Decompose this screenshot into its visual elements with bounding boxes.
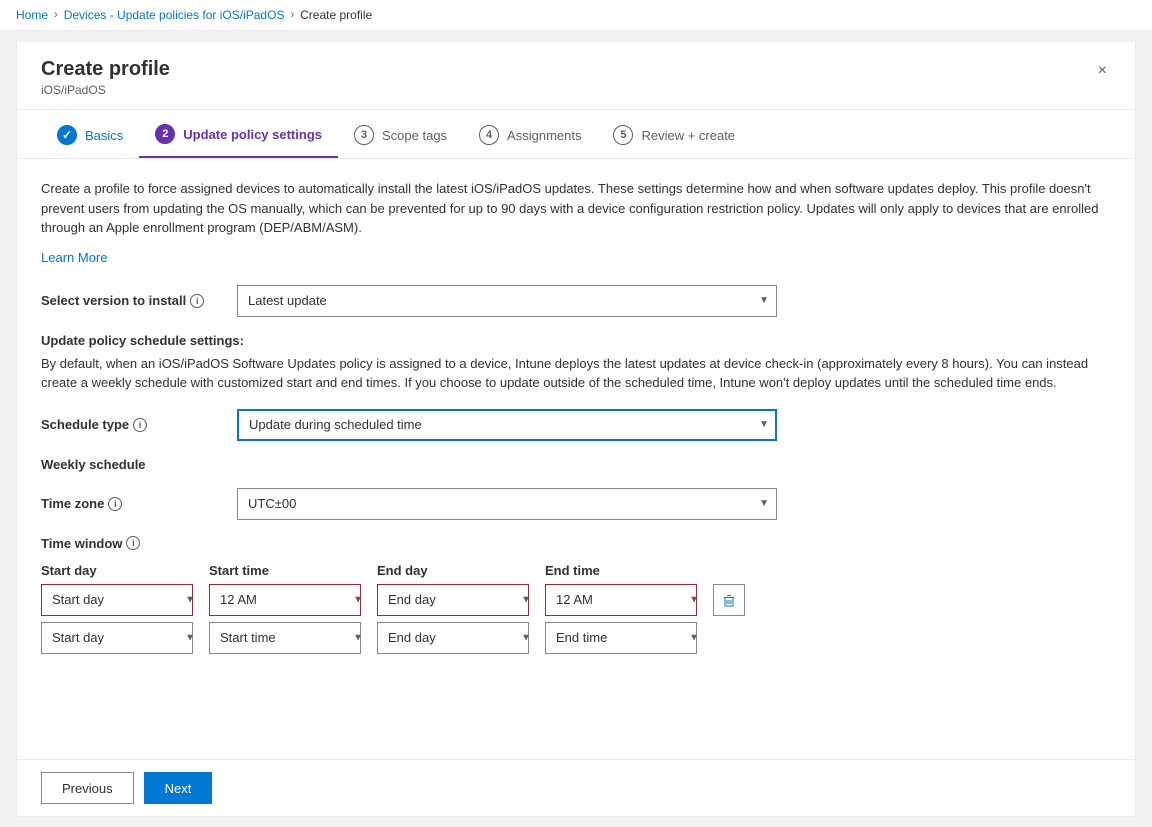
schedule-type-select[interactable]: Update at next check-in Update during sc…	[237, 409, 777, 441]
schedule-heading: Update policy schedule settings:	[41, 333, 1111, 348]
panel-title-group: Create profile iOS/iPadOS	[41, 58, 170, 97]
step-scope-tags[interactable]: 3 Scope tags	[338, 111, 463, 157]
next-button[interactable]: Next	[144, 772, 213, 804]
step-update-policy-label: Update policy settings	[183, 127, 322, 142]
row1-start-time-wrapper: 12 AM 1 AM2 AM3 AM4 AM 5 AM6 AM7 AM8 AM …	[209, 584, 369, 616]
time-window-label: Time window i	[41, 536, 1111, 551]
col-header-action	[713, 563, 749, 578]
row1-end-time-wrapper: 12 AM 1 AM2 AM3 AM4 AM 5 AM6 AM7 AM8 AM …	[545, 584, 705, 616]
breadcrumb-devices[interactable]: Devices - Update policies for iOS/iPadOS	[64, 8, 285, 22]
version-label: Select version to install i	[41, 293, 221, 308]
close-button[interactable]: ×	[1094, 58, 1111, 84]
schedule-type-label: Schedule type i	[41, 417, 221, 432]
row2-start-day-wrapper: Start day SundayMondayTuesday WednesdayT…	[41, 622, 201, 654]
panel-content: Create a profile to force assigned devic…	[17, 159, 1135, 759]
table-row: Start day SundayMondayTuesday WednesdayT…	[41, 584, 1111, 616]
step-review-create-label: Review + create	[641, 128, 735, 143]
delete-icon	[722, 593, 736, 607]
schedule-desc: By default, when an iOS/iPadOS Software …	[41, 354, 1111, 393]
step-update-policy[interactable]: 2 Update policy settings	[139, 110, 338, 158]
row2-end-day-select[interactable]: End day SundayMondayTuesday WednesdayThu…	[377, 622, 529, 654]
row2-start-time-select[interactable]: Start time 12 AM1 AM2 AM	[209, 622, 361, 654]
previous-button[interactable]: Previous	[41, 772, 134, 804]
row1-start-day-select[interactable]: Start day SundayMondayTuesday WednesdayT…	[41, 584, 193, 616]
row1-end-time-select[interactable]: 12 AM 1 AM2 AM3 AM4 AM 5 AM6 AM7 AM8 AM …	[545, 584, 697, 616]
learn-more-link[interactable]: Learn More	[41, 250, 107, 265]
timezone-form-row: Time zone i UTC±00 UTC-05:00 UTC-08:00 U…	[41, 488, 1111, 520]
row2-start-day-select[interactable]: Start day SundayMondayTuesday WednesdayT…	[41, 622, 193, 654]
version-form-row: Select version to install i Latest updat…	[41, 285, 1111, 317]
weekly-schedule-label: Weekly schedule	[41, 457, 1111, 472]
step-review-create-number: 5	[613, 125, 633, 145]
breadcrumb-current: Create profile	[300, 8, 372, 22]
step-scope-tags-label: Scope tags	[382, 128, 447, 143]
schedule-type-info-icon[interactable]: i	[133, 418, 147, 432]
breadcrumb-sep-2: ›	[290, 9, 294, 21]
row1-start-day-wrapper: Start day SundayMondayTuesday WednesdayT…	[41, 584, 201, 616]
time-window-info-icon[interactable]: i	[126, 536, 140, 550]
row1-end-day-select[interactable]: End day SundayMondayTuesday WednesdayThu…	[377, 584, 529, 616]
col-header-start-day: Start day	[41, 563, 201, 578]
col-header-end-day: End day	[377, 563, 537, 578]
breadcrumb-home[interactable]: Home	[16, 8, 48, 22]
row2-end-time-wrapper: End time 12 AM1 AM2 AM ▼	[545, 622, 705, 654]
row2-end-day-wrapper: End day SundayMondayTuesday WednesdayThu…	[377, 622, 537, 654]
time-grid: Start day Start time End day End time St…	[41, 563, 1111, 654]
col-header-end-time: End time	[545, 563, 705, 578]
row1-delete-button[interactable]	[713, 584, 745, 616]
row2-start-time-wrapper: Start time 12 AM1 AM2 AM ▼	[209, 622, 369, 654]
version-select-wrapper: Latest update iOS 17 iOS 16 iOS 15 ▼	[237, 285, 777, 317]
row1-end-day-wrapper: End day SundayMondayTuesday WednesdayThu…	[377, 584, 537, 616]
row1-start-time-select[interactable]: 12 AM 1 AM2 AM3 AM4 AM 5 AM6 AM7 AM8 AM …	[209, 584, 361, 616]
table-row: Start day SundayMondayTuesday WednesdayT…	[41, 622, 1111, 654]
step-assignments-number: 4	[479, 125, 499, 145]
step-basics[interactable]: ✓ Basics	[41, 111, 139, 157]
panel-title: Create profile	[41, 58, 170, 81]
step-basics-label: Basics	[85, 128, 123, 143]
step-basics-number: ✓	[57, 125, 77, 145]
step-scope-tags-number: 3	[354, 125, 374, 145]
timezone-label: Time zone i	[41, 496, 221, 511]
panel-footer: Previous Next	[17, 759, 1135, 816]
panel-subtitle: iOS/iPadOS	[41, 83, 170, 97]
step-assignments-label: Assignments	[507, 128, 581, 143]
time-grid-header: Start day Start time End day End time	[41, 563, 1111, 578]
panel-header: Create profile iOS/iPadOS ×	[17, 42, 1135, 110]
col-header-start-time: Start time	[209, 563, 369, 578]
timezone-select-wrapper: UTC±00 UTC-05:00 UTC-08:00 UTC+01:00 UTC…	[237, 488, 777, 520]
step-update-policy-number: 2	[155, 124, 175, 144]
row2-end-time-select[interactable]: End time 12 AM1 AM2 AM	[545, 622, 697, 654]
breadcrumb-sep-1: ›	[54, 9, 58, 21]
step-review-create[interactable]: 5 Review + create	[597, 111, 751, 157]
main-panel: Create profile iOS/iPadOS × ✓ Basics 2 U…	[16, 41, 1136, 817]
step-assignments[interactable]: 4 Assignments	[463, 111, 597, 157]
page-wrapper: Home › Devices - Update policies for iOS…	[0, 0, 1152, 827]
timezone-info-icon[interactable]: i	[108, 497, 122, 511]
schedule-type-select-wrapper: Update at next check-in Update during sc…	[237, 409, 777, 441]
version-info-icon[interactable]: i	[190, 294, 204, 308]
timezone-select[interactable]: UTC±00 UTC-05:00 UTC-08:00 UTC+01:00 UTC…	[237, 488, 777, 520]
schedule-type-form-row: Schedule type i Update at next check-in …	[41, 409, 1111, 441]
schedule-section: Weekly schedule Time zone i UTC±00 UTC-0…	[41, 457, 1111, 654]
version-select[interactable]: Latest update iOS 17 iOS 16 iOS 15	[237, 285, 777, 317]
wizard-steps: ✓ Basics 2 Update policy settings 3 Scop…	[17, 110, 1135, 159]
description-text: Create a profile to force assigned devic…	[41, 179, 1111, 238]
breadcrumb: Home › Devices - Update policies for iOS…	[0, 0, 1152, 31]
